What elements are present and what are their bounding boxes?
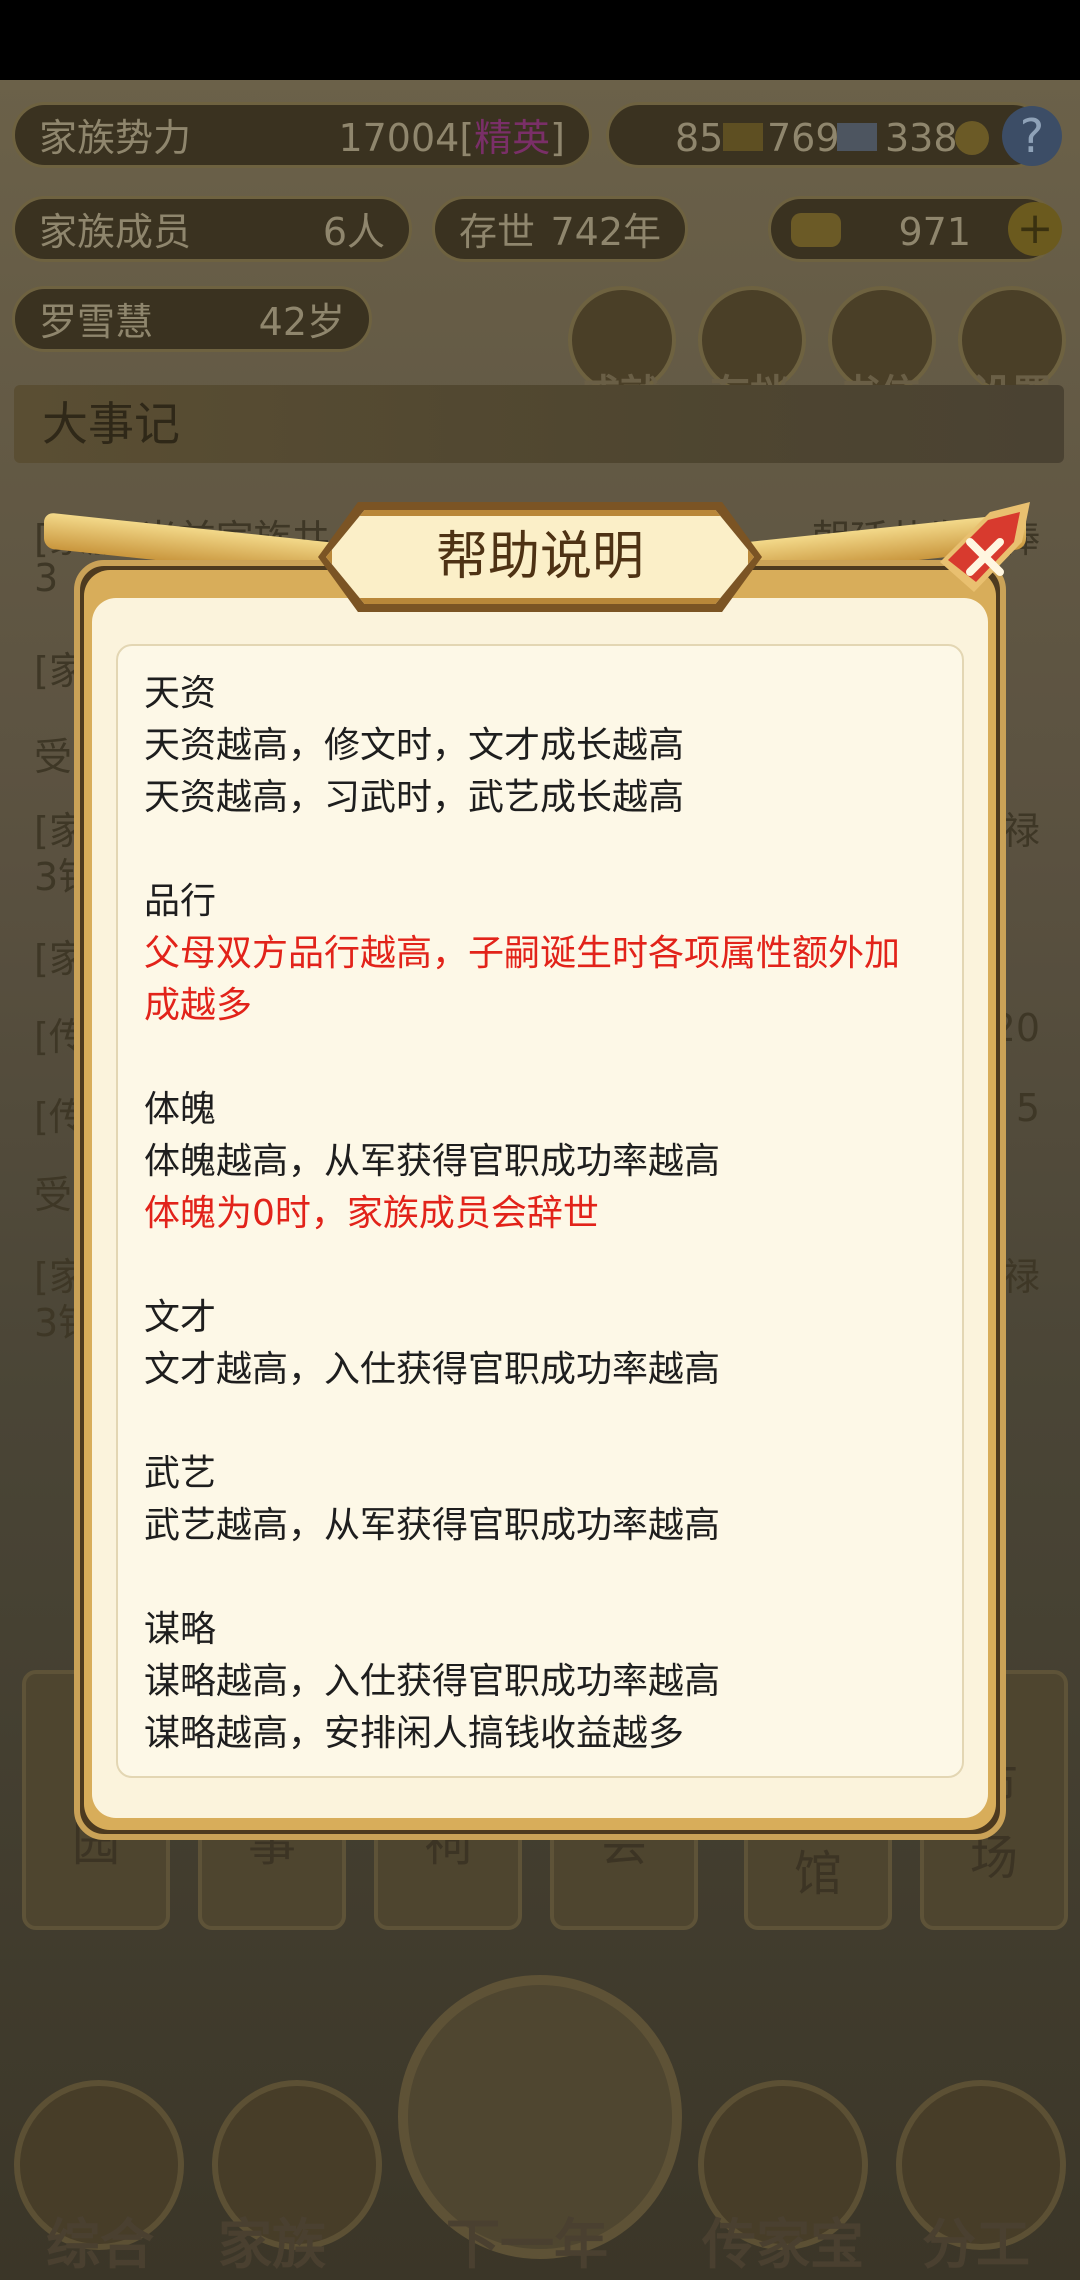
log-line-right: 5 <box>1015 1086 1040 1130</box>
nav-card-label: 馆 <box>793 1846 842 1902</box>
rank-bracket-open: [ <box>459 116 475 160</box>
resource-silver: 769 <box>767 116 840 160</box>
family-power-rank: 精英 <box>474 116 551 160</box>
help-section-heading: 谋略 <box>144 1609 217 1650</box>
help-section-heading: 体魄 <box>144 1089 217 1130</box>
members-label: 家族成员 <box>39 210 192 254</box>
family-power-number: 17004 <box>338 116 460 160</box>
rank-bracket-close: ] <box>550 116 565 160</box>
close-button[interactable] <box>930 502 1030 602</box>
help-line: 谋略越高，安排闲人搞钱收益越多 <box>144 1713 685 1754</box>
help-section: 体魄体魄越高，从军获得官职成功率越高 体魄为0时，家族成员会辞世 <box>144 1084 944 1240</box>
existence-label: 存世 <box>459 210 536 254</box>
help-line: 体魄为0时，家族成员会辞世 <box>144 1193 599 1234</box>
help-icon[interactable]: ? <box>1002 106 1062 166</box>
help-section-heading: 天资 <box>144 673 217 714</box>
existence-pill: 存世 742年 <box>432 196 688 262</box>
ingot-icon <box>791 213 841 247</box>
tab-assignment-label: 分工 <box>922 2213 1030 2276</box>
close-icon <box>940 502 1030 592</box>
add-icon[interactable]: + <box>1008 202 1062 256</box>
help-section: 文才文才越高，入仕获得官职成功率越高 <box>144 1292 944 1396</box>
tab-heirloom-label: 传家宝 <box>702 2213 864 2276</box>
silver-bar-icon <box>837 123 877 151</box>
family-power-value: 17004[精英] <box>338 105 565 171</box>
tab-overview-label: 综合 <box>46 2213 154 2276</box>
dialog-title: 帮助说明 <box>435 527 644 587</box>
help-line: 天资越高，修文时，文才成长越高 <box>144 725 685 766</box>
help-section: 品行父母双方品行越高，子嗣诞生时各项属性额外加 成越多 <box>144 876 944 1032</box>
log-line: 受 <box>34 1173 73 1217</box>
coin-icon <box>955 121 989 155</box>
help-line: 体魄越高，从军获得官职成功率越高 <box>144 1141 721 1182</box>
person-name: 罗雪慧 <box>39 300 154 344</box>
members-value: 6人 <box>322 210 385 254</box>
gold-bar-icon <box>723 123 763 151</box>
log-line-right: 禄 <box>1001 809 1040 853</box>
existence-value: 742年 <box>550 210 661 254</box>
person-pill: 罗雪慧 42岁 <box>12 286 372 352</box>
help-line: 武艺越高，从军获得官职成功率越高 <box>144 1505 721 1546</box>
help-line: 父母双方品行越高，子嗣诞生时各项属性额外加 <box>144 933 901 974</box>
help-line: 文才越高，入仕获得官职成功率越高 <box>144 1349 721 1390</box>
help-text: 天资天资越高，修文时，文才成长越高 天资越高，习武时，武艺成长越高 品行父母双方品行… <box>144 668 944 1812</box>
help-section-heading: 品行 <box>144 881 217 922</box>
help-section: 天资天资越高，修文时，文才成长越高 天资越高，习武时，武艺成长越高 <box>144 668 944 824</box>
ingot-value: 971 <box>898 210 971 254</box>
help-line: 成越多 <box>144 985 253 1026</box>
help-line: 天资越高，习武时，武艺成长越高 <box>144 777 685 818</box>
family-power-label: 家族势力 <box>39 116 192 160</box>
members-pill: 家族成员 6人 <box>12 196 412 262</box>
family-power-pill: 家族势力 17004[精英] <box>12 102 592 168</box>
help-section: 谋略谋略越高，入仕获得官职成功率越高 谋略越高，安排闲人搞钱收益越多 <box>144 1604 944 1760</box>
resources-pill: 85 769 338 <box>606 102 1046 168</box>
next-year-label: 下一年 <box>446 2213 608 2276</box>
log-line: 受 <box>34 735 73 779</box>
tab-family-label: 家族 <box>218 2213 326 2276</box>
log-line-right: 禄 <box>1001 1255 1040 1299</box>
help-section: 武艺武艺越高，从军获得官职成功率越高 <box>144 1448 944 1552</box>
help-section-heading: 文才 <box>144 1297 217 1338</box>
resource-coin: 338 <box>885 116 958 160</box>
help-section-heading: 武艺 <box>144 1453 217 1494</box>
person-age: 42岁 <box>258 300 345 344</box>
resource-gold: 85 <box>675 116 724 160</box>
log-line: 3 <box>34 556 59 600</box>
help-line: 谋略越高，入仕获得官职成功率越高 <box>144 1661 721 1702</box>
chronicle-title: 大事记 <box>14 385 1064 463</box>
status-bar <box>0 0 1080 80</box>
